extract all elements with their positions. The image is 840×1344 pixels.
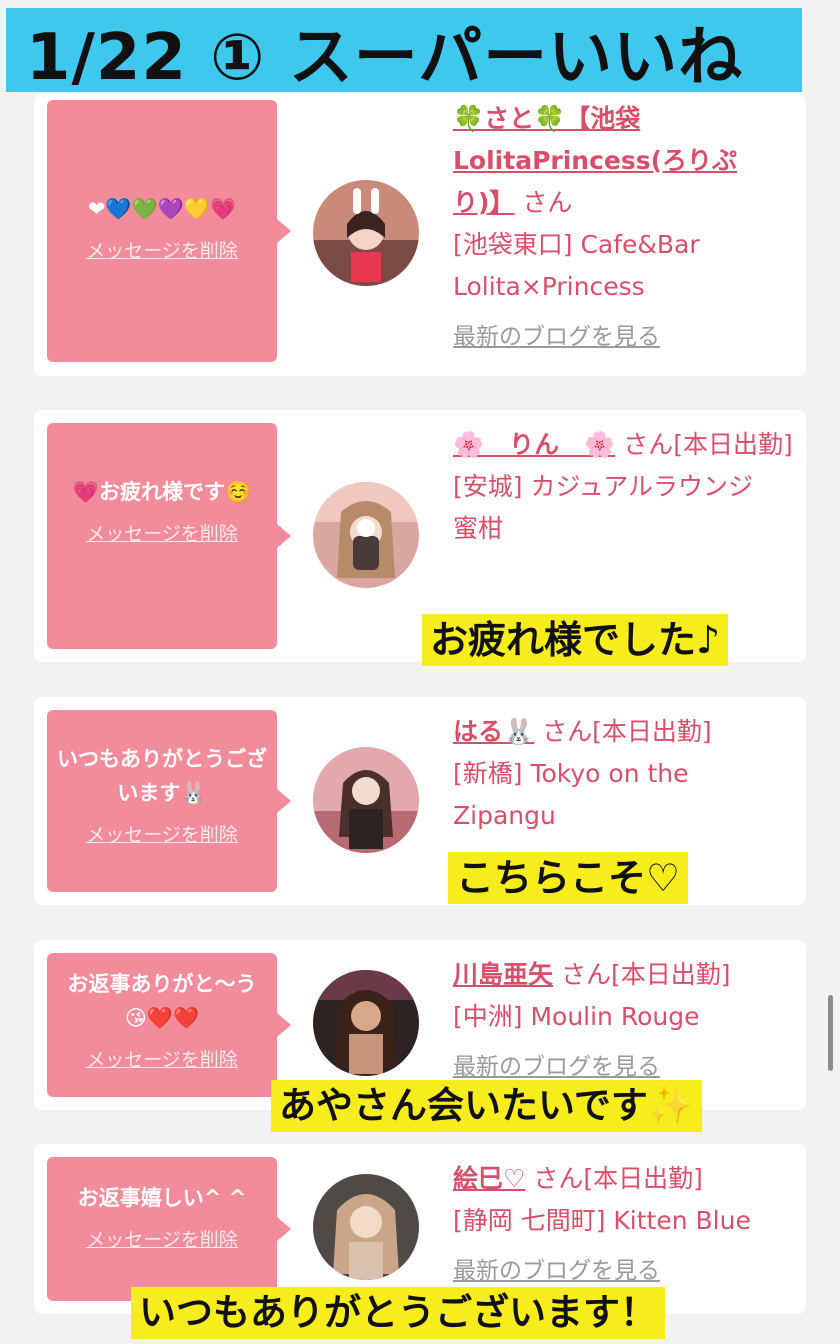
shop-info: [池袋東口] Cafe&Bar Lolita×Princess bbox=[453, 230, 700, 301]
blog-link[interactable]: 最新のブログを見る bbox=[453, 316, 793, 358]
shop-info: [中洲] Moulin Rouge bbox=[453, 1002, 700, 1031]
caption-text: あやさん会いたいです✨ bbox=[271, 1080, 702, 1132]
honorific: さん[本日出勤] bbox=[542, 717, 712, 746]
scrollbar[interactable] bbox=[828, 995, 833, 1071]
shop-info: [安城] カジュアルラウンジ 蜜柑 bbox=[453, 472, 778, 543]
page-title: 1/22 ① スーパーいいね bbox=[26, 21, 744, 95]
avatar[interactable] bbox=[313, 970, 419, 1076]
delete-message-link[interactable]: メッセージを削除 bbox=[47, 820, 277, 847]
shop-info: [新橋] Tokyo on the Zipangu bbox=[453, 759, 689, 830]
avatar[interactable] bbox=[313, 180, 419, 286]
profile-info: 🍀さと🍀【池袋LolitaPrincess(ろりぷり)】 さん [池袋東口] C… bbox=[453, 98, 793, 358]
title-banner: 1/22 ① スーパーいいね bbox=[6, 8, 802, 95]
profile-name-link[interactable]: 川島亜矢 bbox=[453, 960, 553, 989]
profile-name-link[interactable]: 🍀さと🍀【池袋LolitaPrincess(ろりぷり)】 bbox=[453, 104, 737, 217]
delete-message-link[interactable]: メッセージを削除 bbox=[47, 236, 277, 263]
blog-link[interactable]: 最新のブログを見る bbox=[453, 1250, 793, 1292]
avatar[interactable] bbox=[313, 482, 419, 588]
message-text: 💗お疲れ様です☺️ bbox=[72, 480, 252, 504]
message-text: お返事ありがと〜う😘❤️❤️ bbox=[67, 972, 257, 1030]
delete-message-link[interactable]: メッセージを削除 bbox=[47, 1225, 277, 1252]
caption-text: こちらこそ♡ bbox=[448, 852, 689, 904]
profile-name-link[interactable]: 絵巳♡ bbox=[453, 1164, 525, 1193]
caption-text: お疲れ様でした♪ bbox=[422, 614, 729, 666]
avatar[interactable] bbox=[313, 1174, 419, 1280]
avatar[interactable] bbox=[313, 747, 419, 853]
profile-name-link[interactable]: 🌸 りん 🌸 bbox=[453, 430, 615, 459]
like-card: いつもありがとうございます🐰 メッセージを削除 はる🐰 さん[本日出勤] [新橋… bbox=[34, 697, 806, 905]
honorific: さん[本日出勤] bbox=[560, 960, 731, 989]
profile-info: 川島亜矢 さん[本日出勤] [中洲] Moulin Rouge 最新のブログを見… bbox=[453, 954, 793, 1088]
delete-message-link[interactable]: メッセージを削除 bbox=[47, 1045, 277, 1072]
message-text: お返事嬉しい^ ^ bbox=[77, 1186, 247, 1210]
message-text: いつもありがとうございます🐰 bbox=[57, 747, 267, 805]
message-text: ❤︎💙💚💜💛💗 bbox=[87, 197, 237, 221]
profile-info: 絵巳♡ さん[本日出勤] [静岡 七間町] Kitten Blue 最新のブログ… bbox=[453, 1158, 793, 1292]
honorific: さん[本日出勤] bbox=[623, 430, 793, 459]
honorific: さん bbox=[522, 188, 573, 217]
honorific: さん[本日出勤] bbox=[533, 1164, 703, 1193]
message-bubble: 💗お疲れ様です☺️ メッセージを削除 bbox=[47, 423, 291, 649]
shop-info: [静岡 七間町] Kitten Blue bbox=[453, 1206, 751, 1235]
profile-info: 🌸 りん 🌸 さん[本日出勤] [安城] カジュアルラウンジ 蜜柑 bbox=[453, 424, 793, 550]
message-bubble: お返事ありがと〜う😘❤️❤️ メッセージを削除 bbox=[47, 953, 291, 1097]
message-bubble: いつもありがとうございます🐰 メッセージを削除 bbox=[47, 710, 291, 892]
message-bubble: お返事嬉しい^ ^ メッセージを削除 bbox=[47, 1157, 291, 1301]
caption-text: いつもありがとうございます！ bbox=[131, 1287, 665, 1339]
like-card: ❤︎💙💚💜💛💗 メッセージを削除 🍀さと🍀【池袋LolitaPrincess(ろ… bbox=[34, 94, 806, 376]
message-bubble: ❤︎💙💚💜💛💗 メッセージを削除 bbox=[47, 100, 291, 362]
profile-name-link[interactable]: はる🐰 bbox=[453, 717, 534, 746]
profile-info: はる🐰 さん[本日出勤] [新橋] Tokyo on the Zipangu bbox=[453, 711, 793, 837]
delete-message-link[interactable]: メッセージを削除 bbox=[47, 519, 277, 546]
